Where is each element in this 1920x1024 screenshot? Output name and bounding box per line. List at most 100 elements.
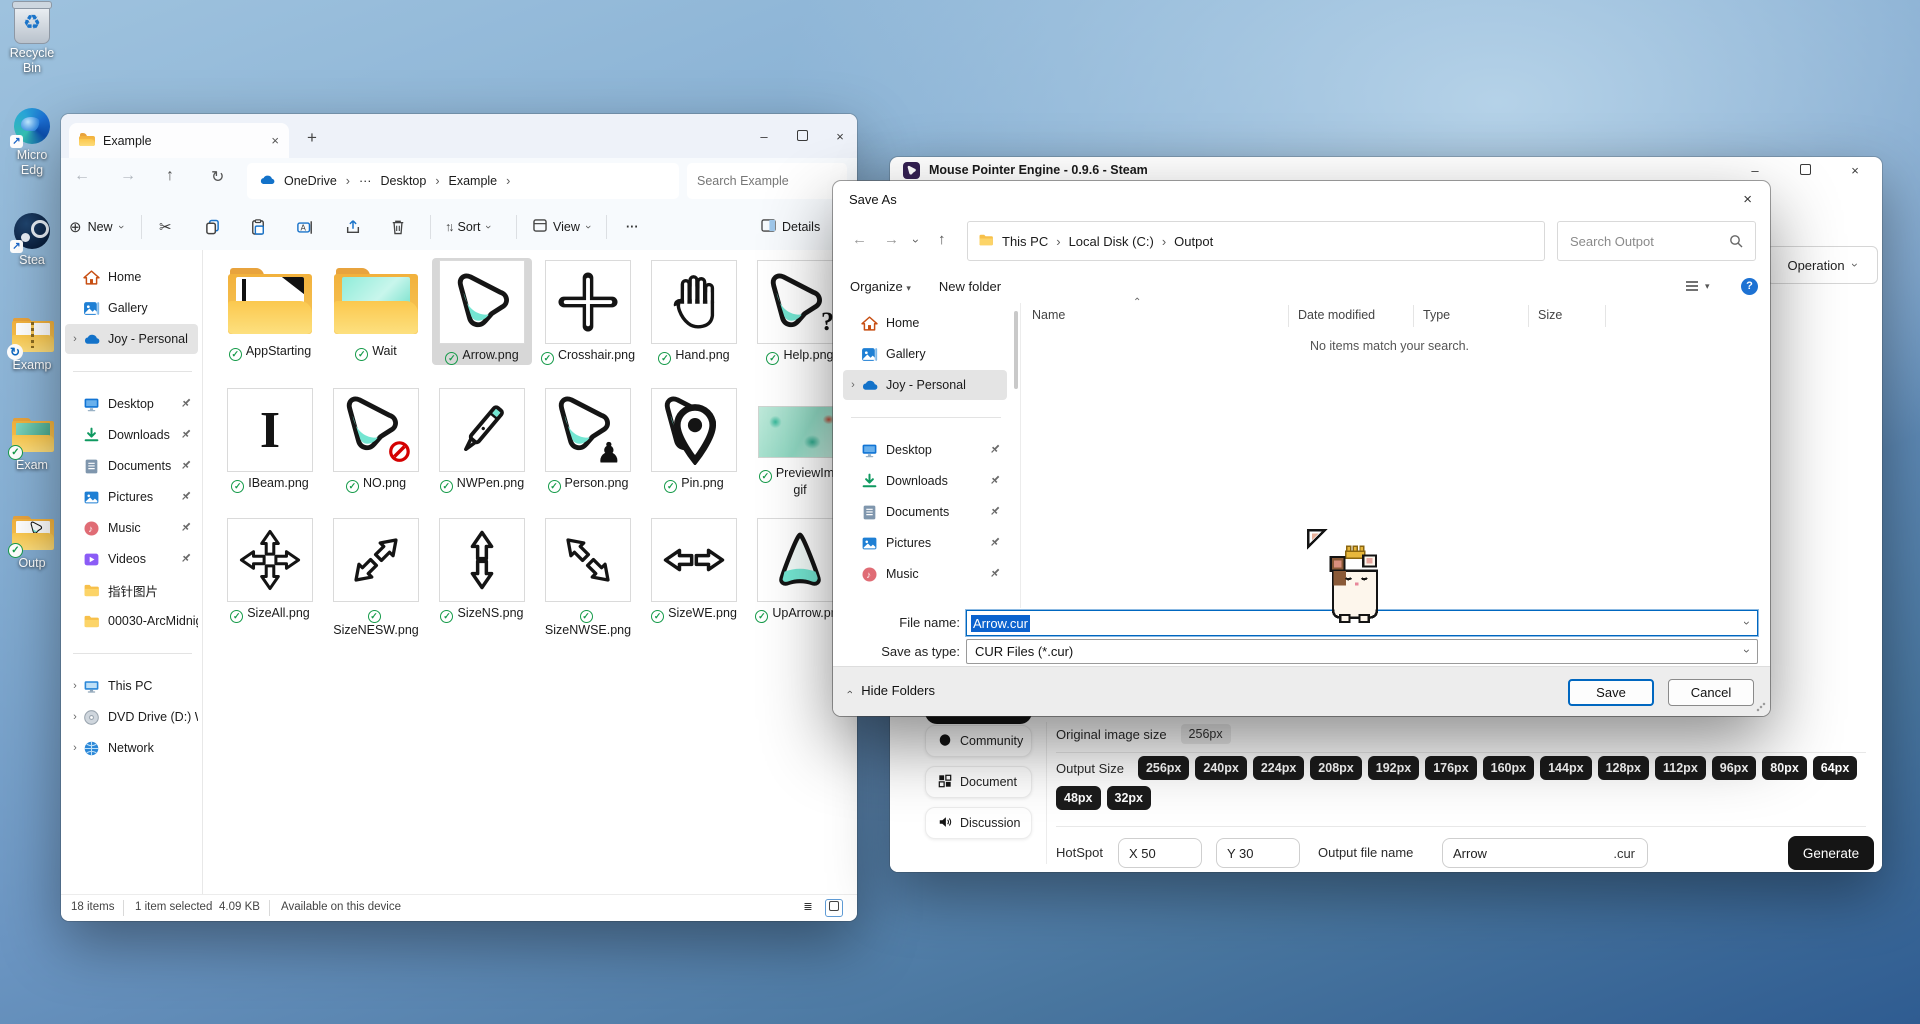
breadcrumb[interactable]: OneDrive›···Desktop›Example› [247,163,679,199]
dialog-sidebar-item-pictures[interactable]: Pictures [843,528,1007,558]
file-item-nwpen-png[interactable]: ✓NWPen.png [432,386,532,493]
sidebar-item-dvd-drive-d-win[interactable]: ›DVD Drive (D:) Win [65,702,198,732]
breadcrumb-item[interactable]: Local Disk (C:) [1069,234,1154,249]
dialog-search-input[interactable]: Search Outpot [1557,221,1756,261]
cancel-button[interactable]: Cancel [1668,679,1754,706]
file-item-person-png[interactable]: ♟✓Person.png [538,386,638,493]
size-chip-48px[interactable]: 48px [1056,786,1101,810]
details-button[interactable]: Details [761,213,820,241]
size-chip-64px[interactable]: 64px [1813,756,1858,780]
hide-folders-button[interactable]: › Hide Folders [848,683,935,698]
maximize-button[interactable] [795,129,809,144]
size-chip-256px[interactable]: 256px [1138,756,1189,780]
file-item-no-png[interactable]: ⊘✓NO.png [326,386,426,493]
sidebar-item-gallery[interactable]: Gallery [65,293,198,323]
forward-icon[interactable]: → [884,231,899,248]
nav-button-discussion[interactable]: Discussion [925,807,1032,839]
save-button[interactable]: Save [1568,679,1654,706]
back-icon[interactable]: ← [852,231,867,248]
back-icon[interactable]: ← [74,167,90,185]
explorer-tab[interactable]: Example × [69,123,289,158]
resize-grip[interactable] [1756,702,1766,712]
desktop-icon-example-zip-folder[interactable]: ↻Examp [0,318,64,373]
minimize-button[interactable]: – [1748,163,1762,178]
sidebar-item-videos[interactable]: Videos [65,544,198,574]
hotspot-x-input[interactable]: X 50 [1118,838,1202,868]
file-item-arrow-png[interactable]: ✓Arrow.png [432,258,532,365]
sort-button[interactable]: ↑↓ Sort› [445,213,490,241]
breadcrumb-item[interactable]: OneDrive [284,174,337,188]
thumbnail-view-toggle-icon[interactable] [825,899,843,917]
minimize-button[interactable]: – [757,129,771,144]
column-name[interactable]: Name [1032,308,1065,322]
sidebar-item-downloads[interactable]: Downloads [65,420,198,450]
dialog-sidebar-item-documents[interactable]: Documents [843,497,1007,527]
recent-locations-icon[interactable]: › [909,239,923,243]
desktop-icon-microsoft-edge[interactable]: ↗MicroEdg [0,108,64,178]
dialog-breadcrumb[interactable]: This PC›Local Disk (C:)›Outpot [967,221,1545,261]
new-folder-button[interactable]: New folder [939,279,1001,294]
size-chip-144px[interactable]: 144px [1540,756,1591,780]
up-icon[interactable]: ↑ [938,231,946,248]
maximize-button[interactable] [1798,163,1812,178]
output-file-input[interactable]: Arrow .cur [1442,838,1648,868]
sidebar-item-this-pc[interactable]: ›This PC [65,671,198,701]
size-chip-192px[interactable]: 192px [1368,756,1419,780]
dialog-close-icon[interactable]: × [1743,191,1752,208]
size-chip-176px[interactable]: 176px [1425,756,1476,780]
sidebar-item-desktop[interactable]: Desktop [65,389,198,419]
forward-icon[interactable]: → [120,167,136,185]
tab-close-icon[interactable]: × [271,133,279,148]
breadcrumb-item[interactable]: Outpot [1174,234,1213,249]
file-item-wait[interactable]: ✓Wait [326,258,426,361]
file-item-ibeam-png[interactable]: I✓IBeam.png [220,386,320,493]
file-item-appstarting[interactable]: ✓AppStarting [220,258,320,361]
sidebar-item-documents[interactable]: Documents [65,451,198,481]
file-item-hand-png[interactable]: ✓Hand.png [644,258,744,365]
file-item-sizenwse-png[interactable]: ✓SizeNWSE.png [538,516,638,638]
size-chip-160px[interactable]: 160px [1483,756,1534,780]
size-chip-224px[interactable]: 224px [1253,756,1304,780]
file-item-pin-png[interactable]: ✓Pin.png [644,386,744,493]
sidebar-item-joy-personal[interactable]: ›Joy - Personal [65,324,198,354]
breadcrumb-item[interactable]: Example [449,174,498,188]
delete-icon[interactable] [391,213,405,241]
more-options-icon[interactable]: ··· [626,213,639,241]
breadcrumb-item[interactable]: This PC [1002,234,1048,249]
column-date-modified[interactable]: Date modified [1298,308,1375,322]
sidebar-item-music[interactable]: ♪Music [65,513,198,543]
new-button[interactable]: ⊕ New› [69,213,122,241]
dialog-sidebar-item-joy-personal[interactable]: ›Joy - Personal [843,370,1007,400]
close-button[interactable]: × [833,129,847,144]
file-item-sizeall-png[interactable]: ✓SizeAll.png [220,516,320,623]
size-chip-240px[interactable]: 240px [1195,756,1246,780]
chevron-down-icon[interactable]: › [1740,621,1754,625]
paste-icon[interactable] [251,213,265,241]
nav-button-document[interactable]: Document [925,766,1032,798]
file-item-sizenesw-png[interactable]: ✓SizeNESW.png [326,516,426,638]
sidebar-scrollbar[interactable] [1014,311,1018,389]
hotspot-y-input[interactable]: Y 30 [1216,838,1300,868]
view-mode-button[interactable]: ▾ [1685,280,1710,292]
column-size[interactable]: Size [1538,308,1562,322]
dialog-sidebar-item-desktop[interactable]: Desktop [843,435,1007,465]
list-view-toggle-icon[interactable]: ≣ [799,899,817,917]
breadcrumb-item[interactable]: Desktop [380,174,426,188]
size-chip-96px[interactable]: 96px [1712,756,1757,780]
size-chip-128px[interactable]: 128px [1598,756,1649,780]
column-type[interactable]: Type [1423,308,1450,322]
desktop-icon-example-synced-folder[interactable]: ✓Exam [0,418,64,473]
cut-icon[interactable]: ✂ [159,213,172,241]
sidebar-item-00030-arcmidnight[interactable]: 00030-ArcMidnight [65,606,198,636]
sidebar-item-pictures[interactable]: Pictures [65,482,198,512]
operation-dropdown[interactable]: Operation› [1766,246,1878,284]
refresh-icon[interactable]: ↻ [211,167,224,187]
rename-icon[interactable]: A [297,213,313,241]
dialog-sidebar-item-gallery[interactable]: Gallery [843,339,1007,369]
size-chip-32px[interactable]: 32px [1107,786,1152,810]
desktop-icon-steam-shortcut[interactable]: ↗Stea [0,213,64,268]
help-icon[interactable]: ? [1741,278,1758,295]
up-icon[interactable]: ↑ [166,167,174,185]
sidebar-item-home[interactable]: Home [65,262,198,292]
desktop-icon-recycle-bin[interactable]: ♻Recycle Bin [0,4,64,76]
